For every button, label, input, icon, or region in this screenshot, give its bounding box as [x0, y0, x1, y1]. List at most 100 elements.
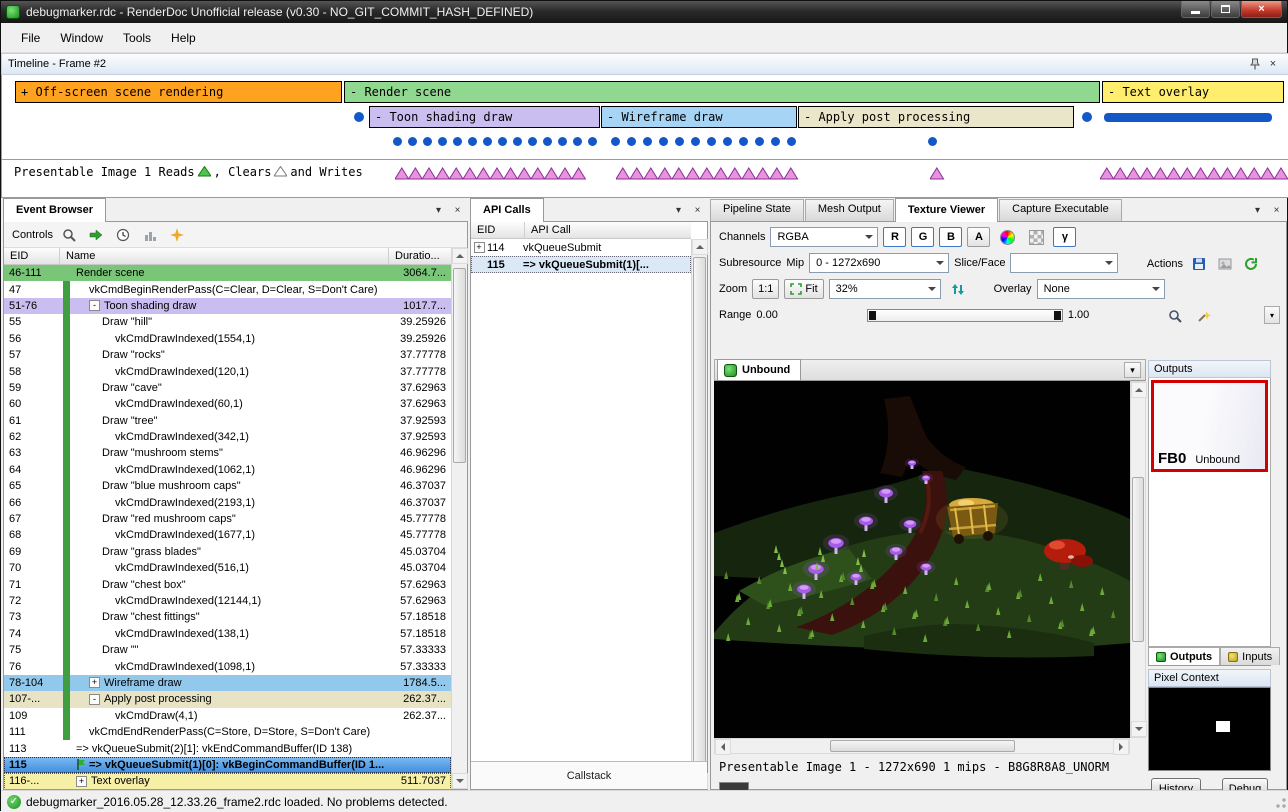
overlay-combo[interactable]: None	[1037, 279, 1165, 299]
minimize-button[interactable]	[1181, 1, 1210, 18]
callstack-section[interactable]: Callstack	[471, 761, 707, 789]
event-row[interactable]: 63Draw "mushroom stems"46.96296	[4, 445, 451, 461]
event-row[interactable]: 56vkCmdDrawIndexed(1554,1)39.25926	[4, 331, 451, 347]
event-browser-scrollbar[interactable]	[451, 248, 467, 789]
event-row[interactable]: 62vkCmdDrawIndexed(342,1)37.92593	[4, 429, 451, 445]
draw-marker-dot[interactable]	[453, 137, 462, 146]
event-marker-dot[interactable]	[354, 112, 364, 122]
scrollbar-thumb[interactable]	[693, 257, 706, 771]
scroll-up-icon[interactable]	[692, 239, 708, 255]
event-row[interactable]: 107-...-Apply post processing262.37...	[4, 691, 451, 707]
event-row[interactable]: 113=> vkQueueSubmit(2)[1]: vkEndCommandB…	[4, 740, 451, 756]
event-row[interactable]: 60vkCmdDrawIndexed(60,1)37.62963	[4, 396, 451, 412]
event-row[interactable]: 46-111Render scene3064.7...	[4, 265, 451, 281]
open-capture-icon[interactable]	[1214, 253, 1236, 274]
event-row[interactable]: 78-104+Wireframe draw1784.5...	[4, 675, 451, 691]
draw-marker-dot[interactable]	[611, 137, 620, 146]
draw-marker-dot[interactable]	[691, 137, 700, 146]
event-row[interactable]: 61Draw "tree"37.92593	[4, 413, 451, 429]
tab-pipeline-state[interactable]: Pipeline State	[710, 199, 804, 221]
draw-marker-dot[interactable]	[513, 137, 522, 146]
event-row[interactable]: 64vkCmdDrawIndexed(1062,1)46.96296	[4, 462, 451, 478]
fit-button[interactable]: Fit	[784, 279, 823, 299]
event-row[interactable]: 59Draw "cave"37.62963	[4, 380, 451, 396]
scrollbar-thumb[interactable]	[453, 268, 466, 463]
expand-icon[interactable]: -	[89, 300, 100, 311]
checkerboard-icon[interactable]	[1024, 227, 1048, 247]
toolbar-overflow-button[interactable]: ▾	[1264, 306, 1280, 324]
event-row[interactable]: 111vkCmdEndRenderPass(C=Store, D=Store, …	[4, 724, 451, 740]
event-table-header[interactable]: EID Name Duratio...	[4, 248, 451, 265]
scroll-right-icon[interactable]	[1113, 739, 1129, 755]
scrollbar-thumb[interactable]	[1132, 477, 1144, 642]
event-row[interactable]: 55Draw "hill"39.25926	[4, 314, 451, 330]
timeline-body[interactable]: + Off-screen scene rendering - Render sc…	[1, 75, 1288, 198]
api-table-header[interactable]: EID API Call	[471, 222, 691, 239]
draw-marker-dot[interactable]	[675, 137, 684, 146]
panel-close-icon[interactable]: ×	[1268, 202, 1285, 218]
draw-marker-dot[interactable]	[771, 137, 780, 146]
timeline-block-post[interactable]: - Apply post processing	[798, 106, 1074, 128]
column-eid[interactable]: EID	[471, 222, 525, 238]
expand-icon[interactable]: +	[76, 776, 87, 787]
draw-marker-dot[interactable]	[558, 137, 567, 146]
draw-marker-dot[interactable]	[423, 137, 432, 146]
draw-marker-dot[interactable]	[483, 137, 492, 146]
column-name[interactable]: Name	[60, 248, 389, 264]
search-eid-icon[interactable]	[57, 224, 81, 245]
api-calls-scrollbar[interactable]	[691, 239, 707, 789]
event-row[interactable]: 74vkCmdDrawIndexed(138,1)57.18518	[4, 626, 451, 642]
panel-close-icon[interactable]: ×	[689, 202, 706, 218]
draw-marker-dot[interactable]	[928, 137, 937, 146]
panel-menu-icon[interactable]: ▾	[670, 202, 687, 218]
event-row[interactable]: 68vkCmdDrawIndexed(1677,1)45.77778	[4, 527, 451, 543]
event-row[interactable]: 70vkCmdDrawIndexed(516,1)45.03704	[4, 560, 451, 576]
tab-mesh-output[interactable]: Mesh Output	[805, 199, 894, 221]
magnifier-icon[interactable]	[1163, 306, 1187, 326]
draw-marker-dot[interactable]	[627, 137, 636, 146]
panel-menu-icon[interactable]: ▾	[430, 202, 447, 218]
column-api-call[interactable]: API Call	[525, 222, 691, 238]
draw-marker-dot[interactable]	[659, 137, 668, 146]
event-row[interactable]: 71Draw "chest box"57.62963	[4, 576, 451, 592]
texture-vertical-scrollbar[interactable]	[1130, 381, 1146, 738]
scroll-up-icon[interactable]	[452, 248, 468, 264]
draw-marker-dot[interactable]	[408, 137, 417, 146]
event-row[interactable]: 116-...+Text overlay511.7037	[4, 773, 451, 789]
panel-close-icon[interactable]: ×	[449, 202, 466, 218]
event-row[interactable]: 51-76-Toon shading draw1017.7...	[4, 298, 451, 314]
texture-image[interactable]	[714, 381, 1130, 738]
tab-event-browser[interactable]: Event Browser	[3, 198, 106, 222]
texture-tab-unbound[interactable]: Unbound	[717, 359, 801, 380]
draw-marker-dot[interactable]	[528, 137, 537, 146]
texture-display[interactable]	[714, 381, 1130, 738]
sliceface-combo[interactable]	[1010, 253, 1118, 273]
draw-marker-dot[interactable]	[438, 137, 447, 146]
mip-combo[interactable]: 0 - 1272x690	[809, 253, 949, 273]
event-row[interactable]: 75Draw ""57.33333	[4, 642, 451, 658]
menu-window[interactable]: Window	[50, 26, 113, 50]
draw-marker-dot[interactable]	[588, 137, 597, 146]
pin-icon[interactable]	[1246, 56, 1264, 72]
tab-inputs[interactable]: Inputs	[1220, 647, 1280, 665]
time-durations-icon[interactable]	[111, 224, 135, 245]
column-duration[interactable]: Duratio...	[389, 248, 451, 264]
channels-combo[interactable]: RGBA	[770, 227, 878, 247]
draw-marker-dot[interactable]	[643, 137, 652, 146]
texture-list-dropdown[interactable]: ▾	[1124, 362, 1141, 378]
expand-icon[interactable]: +	[474, 242, 485, 253]
range-slider[interactable]	[867, 309, 1063, 322]
timeline-header[interactable]: Timeline - Frame #2 ×	[1, 53, 1288, 75]
draw-marker-dot[interactable]	[393, 137, 402, 146]
api-row[interactable]: 115=> vkQueueSubmit(1)[...	[471, 256, 691, 273]
event-row[interactable]: 57Draw "rocks"37.77778	[4, 347, 451, 363]
event-row[interactable]: 109vkCmdDraw(4,1)262.37...	[4, 708, 451, 724]
texture-horizontal-scrollbar[interactable]	[714, 738, 1130, 754]
scroll-down-icon[interactable]	[452, 773, 468, 789]
resize-grip[interactable]	[1274, 797, 1287, 810]
expand-icon[interactable]: +	[89, 677, 100, 688]
draw-marker-dot[interactable]	[723, 137, 732, 146]
column-eid[interactable]: EID	[4, 248, 60, 264]
timeline-block-text-overlay[interactable]: - Text overlay	[1102, 81, 1284, 103]
zoom-1to1-button[interactable]: 1:1	[752, 279, 779, 299]
